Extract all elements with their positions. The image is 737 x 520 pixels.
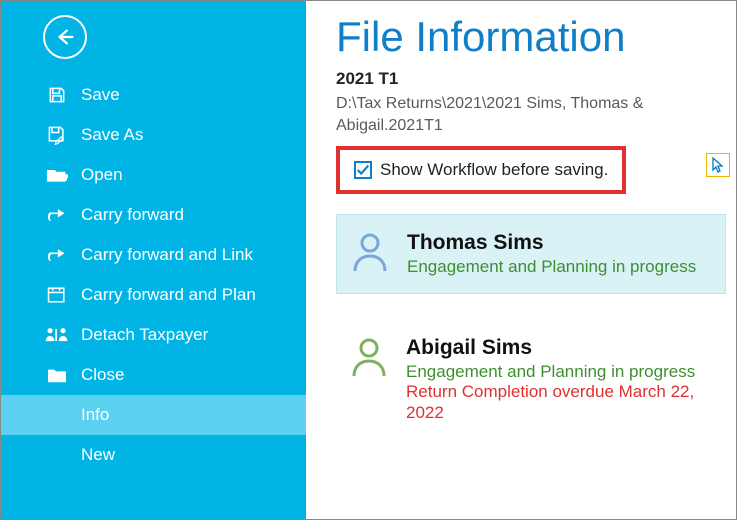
show-workflow-highlight: Show Workflow before saving.	[336, 146, 626, 194]
save-icon	[43, 85, 71, 105]
carry-forward-plan-icon	[43, 285, 71, 305]
carry-forward-icon	[43, 205, 71, 225]
avatar	[349, 231, 391, 273]
file-path: D:\Tax Returns\2021\2021 Sims, Thomas & …	[336, 93, 696, 136]
checkbox-icon	[354, 161, 372, 179]
file-year: 2021 T1	[336, 69, 726, 89]
sidebar-item-label: Open	[81, 165, 123, 185]
sidebar-item-save-as[interactable]: Save As	[1, 115, 306, 155]
back-button[interactable]	[43, 15, 87, 59]
person-status: Engagement and Planning in progress	[406, 362, 720, 382]
sidebar-item-label: Save As	[81, 125, 143, 145]
close-folder-icon	[43, 365, 71, 385]
open-icon	[43, 165, 71, 185]
avatar	[348, 336, 390, 378]
sidebar-item-detach-taxpayer[interactable]: Detach Taxpayer	[1, 315, 306, 355]
sidebar-item-open[interactable]: Open	[1, 155, 306, 195]
sidebar: Save Save As Open Carry forward Carry fo	[1, 1, 306, 519]
sidebar-item-label: Carry forward and Plan	[81, 285, 256, 305]
person-card[interactable]: Thomas Sims Engagement and Planning in p…	[336, 214, 726, 294]
sidebar-item-carry-forward-plan[interactable]: Carry forward and Plan	[1, 275, 306, 315]
person-warning: Return Completion overdue March 22, 2022	[406, 382, 720, 423]
person-info: Abigail Sims Engagement and Planning in …	[406, 336, 720, 423]
sidebar-item-close[interactable]: Close	[1, 355, 306, 395]
person-info: Thomas Sims Engagement and Planning in p…	[407, 231, 696, 277]
sidebar-item-label: Carry forward	[81, 205, 184, 225]
person-card[interactable]: Abigail Sims Engagement and Planning in …	[336, 320, 726, 439]
person-name: Abigail Sims	[406, 336, 720, 360]
person-status: Engagement and Planning in progress	[407, 257, 696, 277]
sidebar-item-carry-forward[interactable]: Carry forward	[1, 195, 306, 235]
sidebar-item-label: New	[81, 445, 115, 465]
sidebar-item-save[interactable]: Save	[1, 75, 306, 115]
sidebar-menu: Save Save As Open Carry forward Carry fo	[1, 75, 306, 475]
checkbox-label: Show Workflow before saving.	[380, 160, 608, 180]
detach-taxpayer-icon	[43, 325, 71, 345]
cursor-badge	[706, 153, 730, 177]
sidebar-item-label: Close	[81, 365, 124, 385]
show-workflow-checkbox-row[interactable]: Show Workflow before saving.	[354, 160, 608, 180]
person-name: Thomas Sims	[407, 231, 696, 255]
page-title: File Information	[336, 13, 726, 61]
sidebar-item-label: Detach Taxpayer	[81, 325, 208, 345]
cursor-icon	[711, 157, 725, 173]
carry-forward-link-icon	[43, 245, 71, 265]
sidebar-item-new[interactable]: New	[1, 435, 306, 475]
save-as-icon	[43, 125, 71, 145]
sidebar-item-info[interactable]: Info	[1, 395, 306, 435]
sidebar-item-label: Info	[81, 405, 109, 425]
arrow-left-icon	[54, 26, 76, 48]
sidebar-item-label: Carry forward and Link	[81, 245, 253, 265]
main-panel: File Information 2021 T1 D:\Tax Returns\…	[306, 1, 736, 519]
sidebar-item-label: Save	[81, 85, 120, 105]
sidebar-item-carry-forward-link[interactable]: Carry forward and Link	[1, 235, 306, 275]
